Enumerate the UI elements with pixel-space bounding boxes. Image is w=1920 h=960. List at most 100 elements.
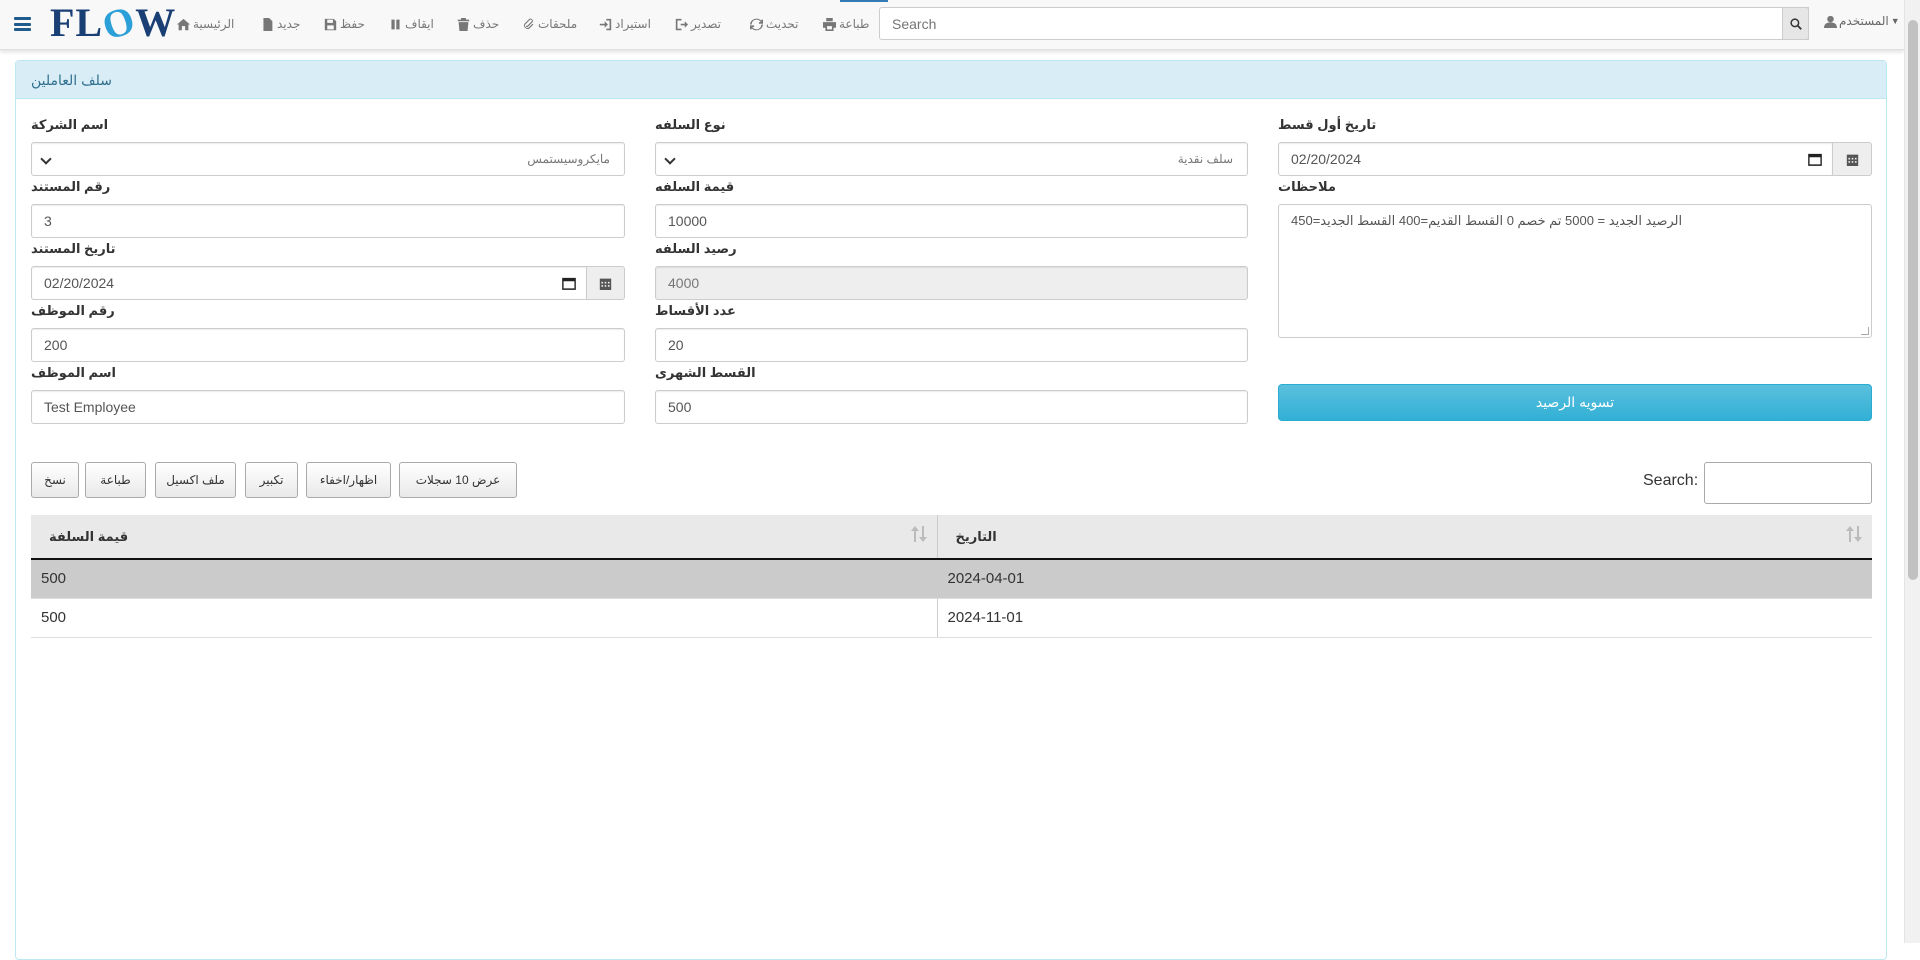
- column-header-amount[interactable]: قيمة السلفة: [31, 515, 937, 560]
- pause-icon: [391, 19, 400, 29]
- home-label: الرئيسية: [193, 17, 235, 31]
- global-search-input[interactable]: [879, 7, 1809, 40]
- sort-icon[interactable]: [1846, 525, 1862, 543]
- table-print-button[interactable]: طباعة: [85, 462, 146, 498]
- export-label: تصدير: [691, 17, 722, 31]
- employee-number-input[interactable]: 200: [31, 328, 625, 362]
- company-value: مايكروسيستمس: [527, 152, 610, 166]
- import-button[interactable]: استيراد: [599, 14, 651, 34]
- first-installment-date-label: تاريخ أول قسط: [1278, 117, 1377, 132]
- column-header-date-label: التاريخ: [955, 528, 997, 544]
- floppy-icon: [324, 18, 337, 30]
- chevron-down-icon: [40, 153, 52, 165]
- monthly-installment-label: القسط الشهرى: [655, 365, 756, 380]
- company-select[interactable]: مايكروسيستمس: [31, 142, 625, 176]
- installments-table: قيمة السلفة التاريخ 500 2024-04-01 500 2…: [31, 515, 1872, 638]
- loan-type-value: سلف نقدية: [1177, 152, 1233, 166]
- doc-date-value: 02/20/2024: [44, 275, 115, 291]
- column-header-date[interactable]: التاريخ: [936, 515, 1872, 560]
- delete-label: حذف: [473, 17, 500, 31]
- employee-number-label: رقم الموظف: [31, 303, 115, 318]
- doc-date-input[interactable]: 02/20/2024: [31, 266, 587, 300]
- excel-button[interactable]: ملف اكسيل: [155, 462, 236, 498]
- doc-date-calendar-button[interactable]: [587, 266, 625, 300]
- first-installment-calendar-button[interactable]: [1833, 142, 1872, 176]
- global-search-button[interactable]: [1782, 7, 1809, 40]
- table-search-label: Search:: [1643, 472, 1699, 489]
- home-icon: [177, 18, 190, 30]
- loan-balance-label: رصيد السلفه: [655, 241, 737, 256]
- loan-balance-input: 4000: [655, 266, 1248, 300]
- save-label: حفظ: [340, 17, 365, 31]
- loan-value-label: قيمة السلفه: [655, 179, 735, 194]
- employee-name-label: اسم الموظف: [31, 365, 116, 380]
- user-icon: [1824, 15, 1837, 28]
- table-row[interactable]: 500 2024-11-01: [31, 598, 1872, 638]
- home-button[interactable]: الرئيسية: [177, 14, 234, 34]
- printer-icon: [823, 17, 836, 31]
- column-visibility-button[interactable]: اظهار/اخفاء: [306, 462, 391, 498]
- caret-down-icon: ▼: [1890, 16, 1900, 26]
- notes-textarea[interactable]: الرصيد الجديد = 5000 تم خصم 0 القسط القد…: [1278, 204, 1872, 338]
- logo: FLOW: [50, 0, 177, 49]
- page-length-button[interactable]: عرض 10 سجلات: [399, 462, 517, 498]
- company-label: اسم الشركة: [31, 117, 109, 132]
- user-menu[interactable]: المستخدم ▼: [1824, 14, 1900, 28]
- page-scrollbar[interactable]: [1904, 0, 1920, 943]
- search-icon: [1789, 17, 1802, 30]
- resize-handle[interactable]: [1861, 327, 1869, 335]
- table-search-input[interactable]: [1704, 462, 1872, 504]
- doc-number-input[interactable]: 3: [31, 204, 625, 238]
- user-label: المستخدم: [1839, 14, 1889, 28]
- top-navbar: FLOW الرئيسية جديد حفظ ايقاف حذف ملحقات …: [0, 0, 1904, 50]
- refresh-label: تحديث: [766, 17, 799, 31]
- doc-number-label: رقم المستند: [31, 179, 111, 194]
- calendar-picker-icon[interactable]: [1808, 152, 1822, 166]
- refresh-button[interactable]: تحديث: [750, 14, 799, 34]
- sign-out-icon: [675, 18, 688, 30]
- attachments-button[interactable]: ملحقات: [522, 14, 577, 34]
- employee-name-input[interactable]: Test Employee: [31, 390, 625, 424]
- cell-date: 2024-04-01: [936, 559, 1872, 599]
- loan-panel: سلف العاملين: [15, 60, 1887, 960]
- table-row[interactable]: 500 2024-04-01: [31, 559, 1872, 599]
- attachments-label: ملحقات: [538, 17, 578, 31]
- installments-count-label: عدد الأقساط: [655, 303, 736, 318]
- new-label: جديد: [277, 17, 301, 31]
- copy-button[interactable]: نسخ: [31, 462, 79, 498]
- delete-button[interactable]: حذف: [457, 14, 499, 34]
- save-button[interactable]: حفظ: [324, 14, 365, 34]
- chevron-down-icon: [664, 153, 676, 165]
- new-button[interactable]: جديد: [261, 14, 300, 34]
- import-label: استيراد: [615, 17, 651, 31]
- doc-date-label: تاريخ المستند: [31, 241, 116, 256]
- stop-button[interactable]: ايقاف: [389, 14, 434, 34]
- loan-value-input[interactable]: 10000: [655, 204, 1248, 238]
- trash-icon: [457, 17, 470, 31]
- calendar-icon: [599, 278, 612, 290]
- installments-count-input[interactable]: 20: [655, 328, 1248, 362]
- print-button[interactable]: طباعة: [823, 14, 869, 34]
- expand-button[interactable]: تكبير: [245, 462, 298, 498]
- settle-balance-button[interactable]: تسويه الرصيد: [1278, 384, 1872, 421]
- panel-title: سلف العاملين: [16, 61, 1886, 99]
- loan-type-label: نوع السلفه: [655, 117, 726, 132]
- scrollbar-thumb[interactable]: [1908, 20, 1918, 580]
- cell-amount: 500: [31, 559, 937, 599]
- loan-type-select[interactable]: سلف نقدية: [655, 142, 1248, 176]
- first-installment-date-value: 02/20/2024: [1291, 151, 1362, 167]
- sort-icon[interactable]: [910, 525, 927, 543]
- cell-date: 2024-11-01: [936, 598, 1872, 638]
- calendar-picker-icon[interactable]: [562, 276, 576, 290]
- stop-label: ايقاف: [405, 17, 434, 31]
- export-button[interactable]: تصدير: [675, 14, 721, 34]
- monthly-installment-input[interactable]: 500: [655, 390, 1248, 424]
- notes-label: ملاحظات: [1278, 179, 1336, 194]
- cell-amount: 500: [31, 598, 937, 638]
- column-header-amount-label: قيمة السلفة: [49, 528, 129, 544]
- calendar-icon: [1846, 154, 1858, 166]
- first-installment-date-input[interactable]: 02/20/2024: [1278, 142, 1833, 176]
- menu-icon[interactable]: [14, 17, 31, 31]
- paperclip-icon: [524, 18, 534, 29]
- file-icon: [263, 17, 273, 31]
